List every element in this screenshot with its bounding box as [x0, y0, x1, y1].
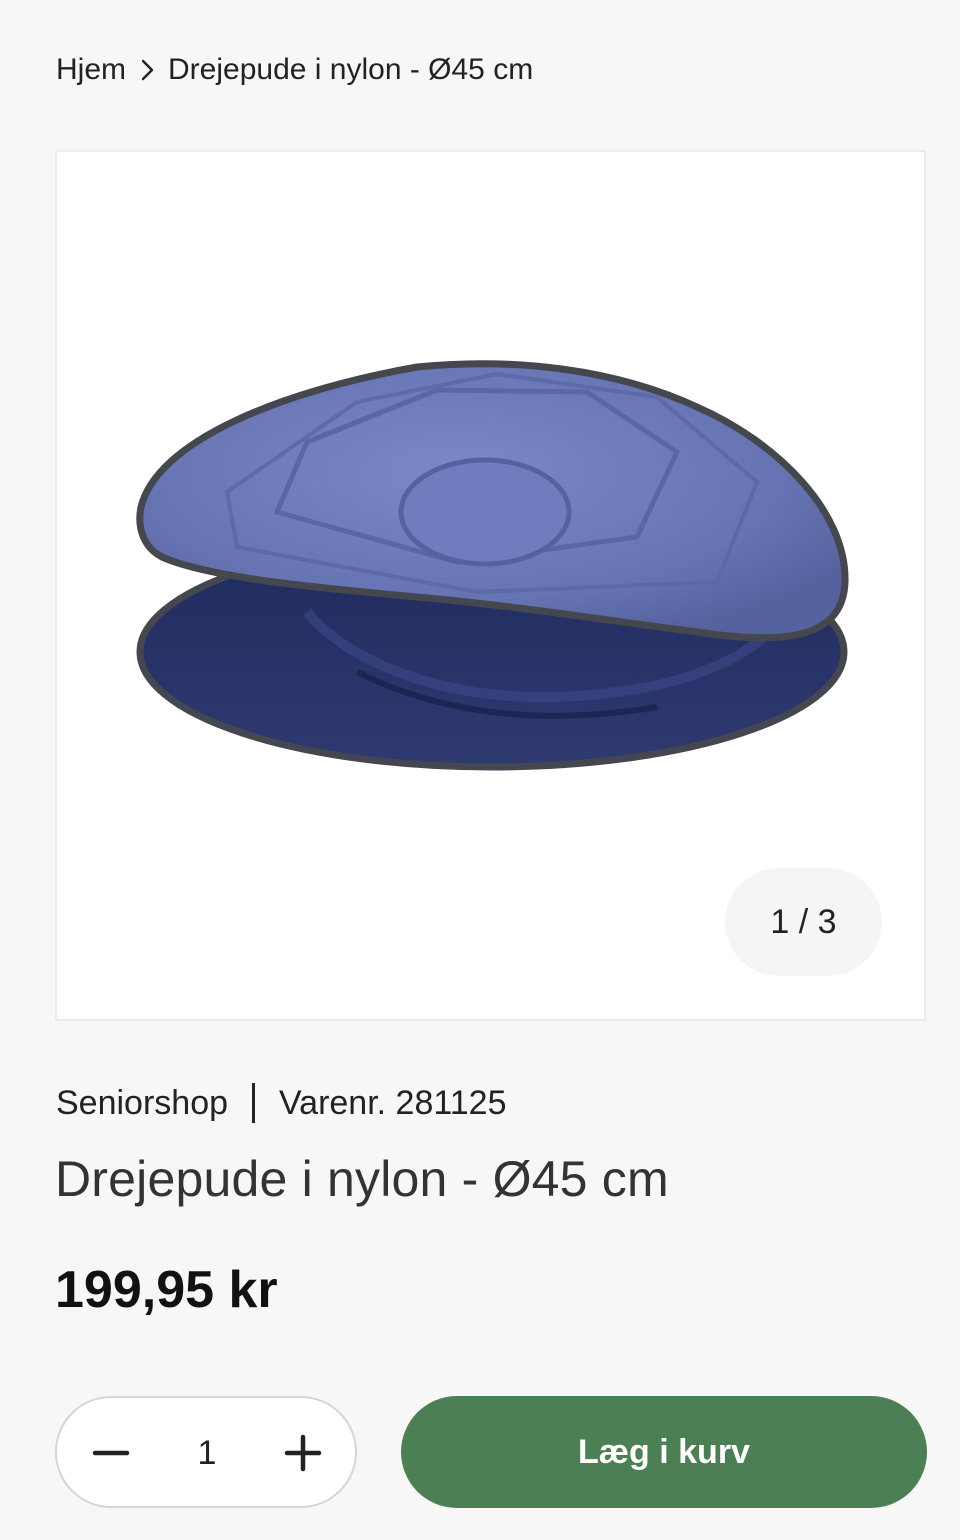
product-title: Drejepude i nylon - Ø45 cm — [55, 1151, 669, 1207]
breadcrumb-current: Drejepude i nylon - Ø45 cm — [168, 53, 534, 86]
plus-icon — [284, 1434, 322, 1472]
product-price: 199,95 kr — [55, 1261, 278, 1319]
minus-icon — [92, 1450, 130, 1456]
image-counter: 1 / 3 — [725, 868, 882, 976]
chevron-right-icon — [126, 58, 168, 82]
meta-divider — [252, 1083, 256, 1123]
breadcrumb-home-link[interactable]: Hjem — [56, 53, 126, 87]
decrease-quantity-button[interactable] — [76, 1418, 146, 1488]
add-to-cart-button[interactable]: Læg i kurv — [401, 1396, 927, 1508]
increase-quantity-button[interactable] — [268, 1418, 338, 1488]
quantity-stepper — [55, 1396, 357, 1508]
brand-name: Seniorshop — [56, 1083, 229, 1122]
quantity-input[interactable] — [167, 1426, 247, 1480]
breadcrumb: Hjem Drejepude i nylon - Ø45 cm — [56, 50, 533, 90]
sku-number: Varenr. 281125 — [279, 1083, 507, 1122]
product-meta: Seniorshop Varenr. 281125 — [56, 1080, 507, 1126]
product-gallery[interactable]: 1 / 3 — [55, 150, 926, 1021]
